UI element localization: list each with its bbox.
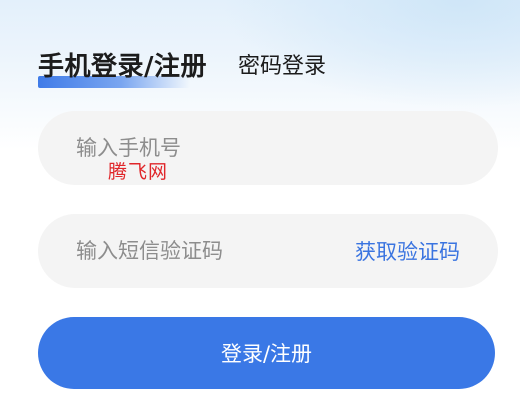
sms-code-field[interactable]: 获取验证码 bbox=[38, 214, 498, 288]
sms-code-input[interactable] bbox=[76, 239, 345, 263]
phone-input[interactable] bbox=[76, 136, 460, 160]
tab-phone-login-label: 手机登录/注册 bbox=[38, 52, 207, 82]
tab-password-login-label: 密码登录 bbox=[238, 54, 327, 79]
tab-password-login[interactable]: 密码登录 bbox=[238, 50, 326, 84]
tab-phone-login[interactable]: 手机登录/注册 bbox=[38, 50, 207, 84]
get-code-button[interactable]: 获取验证码 bbox=[355, 236, 460, 266]
phone-field[interactable] bbox=[38, 111, 498, 185]
login-register-button[interactable]: 登录/注册 bbox=[38, 317, 495, 389]
